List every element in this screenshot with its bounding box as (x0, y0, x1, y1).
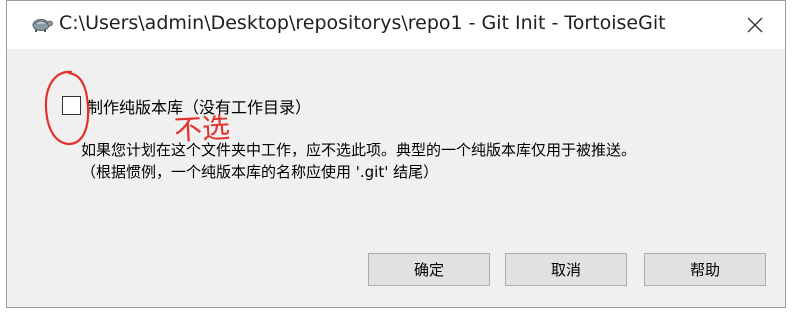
ok-button[interactable]: 确定 (368, 253, 490, 286)
annotation-text: 不选 (173, 111, 231, 147)
help-button[interactable]: 帮助 (644, 253, 766, 286)
close-icon[interactable] (739, 9, 771, 41)
tortoisegit-icon (32, 19, 53, 32)
bare-repo-description: 如果您计划在这个文件夹中工作，应不选此项。典型的一个纯版本库仅用于被推送。 （根… (81, 139, 636, 183)
dialog-content: 制作纯版本库（没有工作目录） 如果您计划在这个文件夹中工作，应不选此项。典型的一… (7, 49, 785, 307)
git-init-dialog: C:\Users\admin\Desktop\repositorys\repo1… (6, 0, 786, 308)
annotation-circle (44, 70, 90, 146)
title-bar[interactable]: C:\Users\admin\Desktop\repositorys\repo1… (7, 1, 785, 49)
description-line-2: （根据惯例，一个纯版本库的名称应使用 '.git' 结尾） (81, 163, 439, 181)
description-line-1: 如果您计划在这个文件夹中工作，应不选此项。典型的一个纯版本库仅用于被推送。 (81, 141, 637, 159)
cancel-button[interactable]: 取消 (505, 253, 627, 286)
window-title: C:\Users\admin\Desktop\repositorys\repo1… (59, 12, 666, 34)
